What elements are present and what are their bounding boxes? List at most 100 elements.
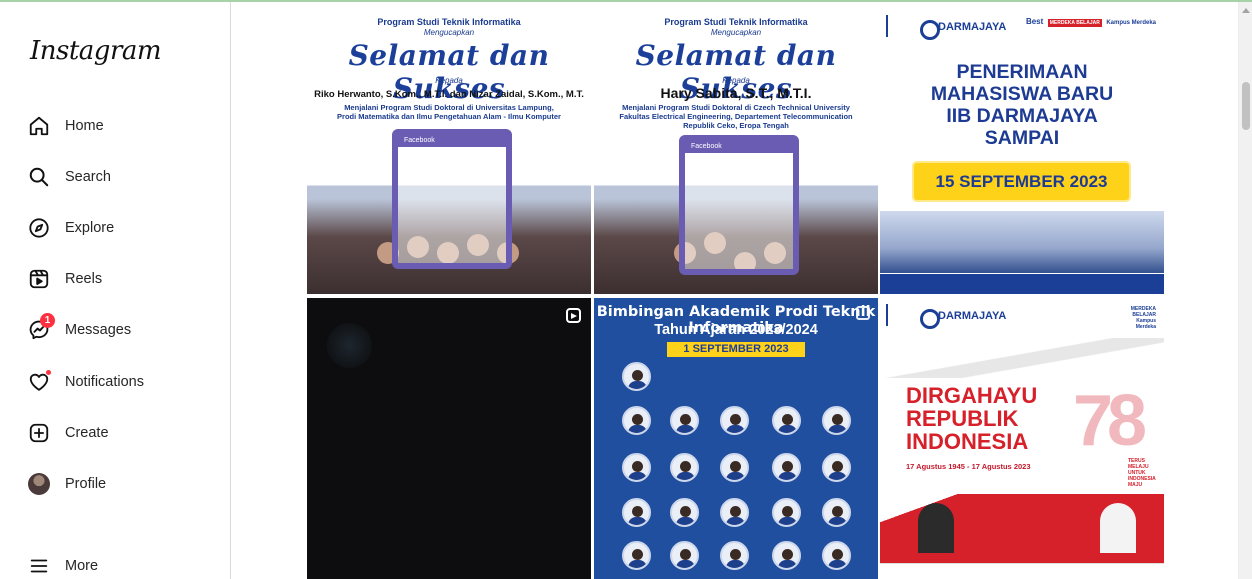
photo-frame: Facebook — [679, 135, 799, 275]
post-grid: Program Studi Teknik Informatika Menguca… — [307, 9, 1167, 579]
post-description: Menjalani Program Studi Doktoral di Univ… — [307, 103, 591, 121]
post-subheadline: Tahun Ajaran 2023/2024 — [654, 322, 818, 338]
post-headline: PENERIMAAN MAHASISWA BARU IIB DARMAJAYA … — [880, 61, 1164, 149]
sidebar-item-label: Reels — [65, 271, 103, 287]
headline-line: PENERIMAAN — [956, 61, 1088, 83]
home-icon — [26, 113, 52, 139]
headline-line: IIB DARMAJAYA — [946, 105, 1098, 127]
post-tile[interactable]: DARMAJAYA Best MERDEKA BELAJAR Kampus Me… — [880, 9, 1164, 294]
post-tile[interactable] — [307, 298, 591, 579]
instagram-logo[interactable]: Instagram — [30, 36, 162, 66]
sidebar-item-profile[interactable]: Profile — [16, 464, 216, 504]
post-desc-line: Menjalani Program Studi Doktoral di Univ… — [344, 103, 554, 112]
scroll-thumb[interactable] — [1242, 82, 1250, 130]
lecturer-photo — [622, 406, 651, 435]
post-kepada: Kepada — [722, 76, 750, 85]
decorative-wave — [880, 338, 1164, 378]
lecturer-photo — [720, 406, 749, 435]
sidebar-item-search[interactable]: Search — [16, 157, 216, 197]
photo-frame: Facebook — [392, 129, 512, 269]
lecturer-photo — [622, 453, 651, 482]
post-dates: 17 Agustus 1945 - 17 Agustus 2023 — [906, 462, 1031, 471]
headline-line: REPUBLIK — [906, 406, 1019, 431]
carousel-icon — [856, 306, 870, 320]
post-date: 15 SEPTEMBER 2023 — [914, 163, 1129, 200]
sidebar-item-messages[interactable]: 1 Messages — [16, 310, 216, 350]
scrollbar[interactable] — [1238, 2, 1252, 579]
carousel-icon — [856, 17, 870, 31]
sidebar: Instagram Home Search Explore Reels 1 Me… — [0, 2, 231, 579]
person-photo — [918, 503, 954, 553]
campus-building — [880, 211, 1164, 273]
headline-line: INDONESIA — [906, 429, 1029, 454]
frame-label: Facebook — [398, 135, 506, 147]
badge-kampus: Kampus Merdeka — [1106, 20, 1156, 26]
sidebar-item-home[interactable]: Home — [16, 106, 216, 146]
plus-square-icon — [26, 420, 52, 446]
badge-merdeka: MERDEKA BELAJAR — [1047, 19, 1102, 27]
post-date: 1 SEPTEMBER 2023 — [667, 342, 805, 357]
partner-badges: MERDEKA BELAJAR Kampus Merdeka — [1130, 306, 1156, 330]
sidebar-item-more[interactable]: More — [16, 546, 216, 579]
hamburger-icon — [26, 553, 52, 579]
lecturer-photo — [822, 453, 851, 482]
frame-label: Facebook — [685, 141, 793, 153]
sidebar-item-label: Notifications — [65, 374, 144, 390]
heart-icon — [26, 369, 52, 395]
carousel-icon — [569, 17, 583, 31]
sidebar-item-label: Search — [65, 169, 111, 185]
post-tile[interactable]: Bimbingan Akademik Prodi Teknik Informat… — [594, 298, 878, 579]
avatar — [28, 473, 50, 495]
post-kepada: Kepada — [435, 76, 463, 85]
sidebar-item-label: Explore — [65, 220, 115, 236]
sidebar-item-label: Home — [65, 118, 104, 134]
post-person: Riko Herwanto, S.Kom., M.T.I. dan Nizar … — [314, 89, 584, 100]
tagline: TERUS MELAJU UNTUK INDONESIA MAJU — [1128, 458, 1156, 488]
institution-mark — [886, 304, 908, 326]
lecturer-photo — [822, 541, 851, 570]
sidebar-item-label: Create — [65, 425, 109, 441]
lecturer-photo — [822, 498, 851, 527]
sidebar-item-create[interactable]: Create — [16, 413, 216, 453]
lecturer-photo — [720, 541, 749, 570]
sidebar-item-notifications[interactable]: Notifications — [16, 362, 216, 402]
post-description: Menjalani Program Studi Doktoral di Czec… — [594, 103, 878, 130]
reel-thumbnail — [327, 323, 372, 368]
lecturer-photo — [772, 541, 801, 570]
headline-line: MAHASISWA BARU — [930, 83, 1114, 105]
lecturer-photo — [772, 406, 801, 435]
lecturer-photo — [670, 541, 699, 570]
scroll-up-arrow-icon[interactable] — [1242, 8, 1250, 13]
tagline-line: MAJU — [1128, 482, 1143, 488]
post-footer-strip — [880, 274, 1164, 294]
messenger-icon: 1 — [26, 313, 55, 343]
unread-badge: 1 — [40, 313, 55, 328]
lecturer-photo — [720, 453, 749, 482]
sidebar-item-label: Messages — [65, 322, 132, 338]
notification-dot — [45, 369, 52, 376]
lecturer-photo — [670, 406, 699, 435]
post-tile[interactable]: Program Studi Teknik Informatika Menguca… — [307, 9, 591, 294]
compass-icon — [26, 215, 52, 241]
institution-mark — [886, 15, 908, 37]
post-program: Program Studi Teknik Informatika — [377, 17, 521, 27]
badge-best: Best — [1025, 17, 1044, 26]
brand-logo: DARMAJAYA — [919, 309, 1007, 329]
lecturer-photo — [622, 498, 651, 527]
post-subtitle: Mengucapkan — [710, 28, 762, 37]
lecturer-photo — [670, 453, 699, 482]
post-tile[interactable]: Program Studi Teknik Informatika Menguca… — [594, 9, 878, 294]
sidebar-item-label: Profile — [65, 476, 107, 492]
person-photo — [1100, 503, 1136, 553]
lecturer-photo — [720, 498, 749, 527]
post-desc-line: Republik Ceko, Eropa Tengah — [683, 121, 789, 130]
post-person: Hary Sabita, S.T., M.T.I. — [660, 85, 812, 101]
brand-logo: DARMAJAYA — [919, 20, 1007, 40]
post-tile[interactable]: DARMAJAYA MERDEKA BELAJAR Kampus Merdeka… — [880, 298, 1164, 579]
avatar-wrapper — [26, 471, 52, 497]
anniversary-number: 78 — [1073, 381, 1147, 461]
headline-line: DIRGAHAYU — [906, 383, 1038, 408]
post-desc-line: Menjalani Program Studi Doktoral di Czec… — [622, 103, 850, 112]
sidebar-item-reels[interactable]: Reels — [16, 259, 216, 299]
sidebar-item-explore[interactable]: Explore — [16, 208, 216, 248]
